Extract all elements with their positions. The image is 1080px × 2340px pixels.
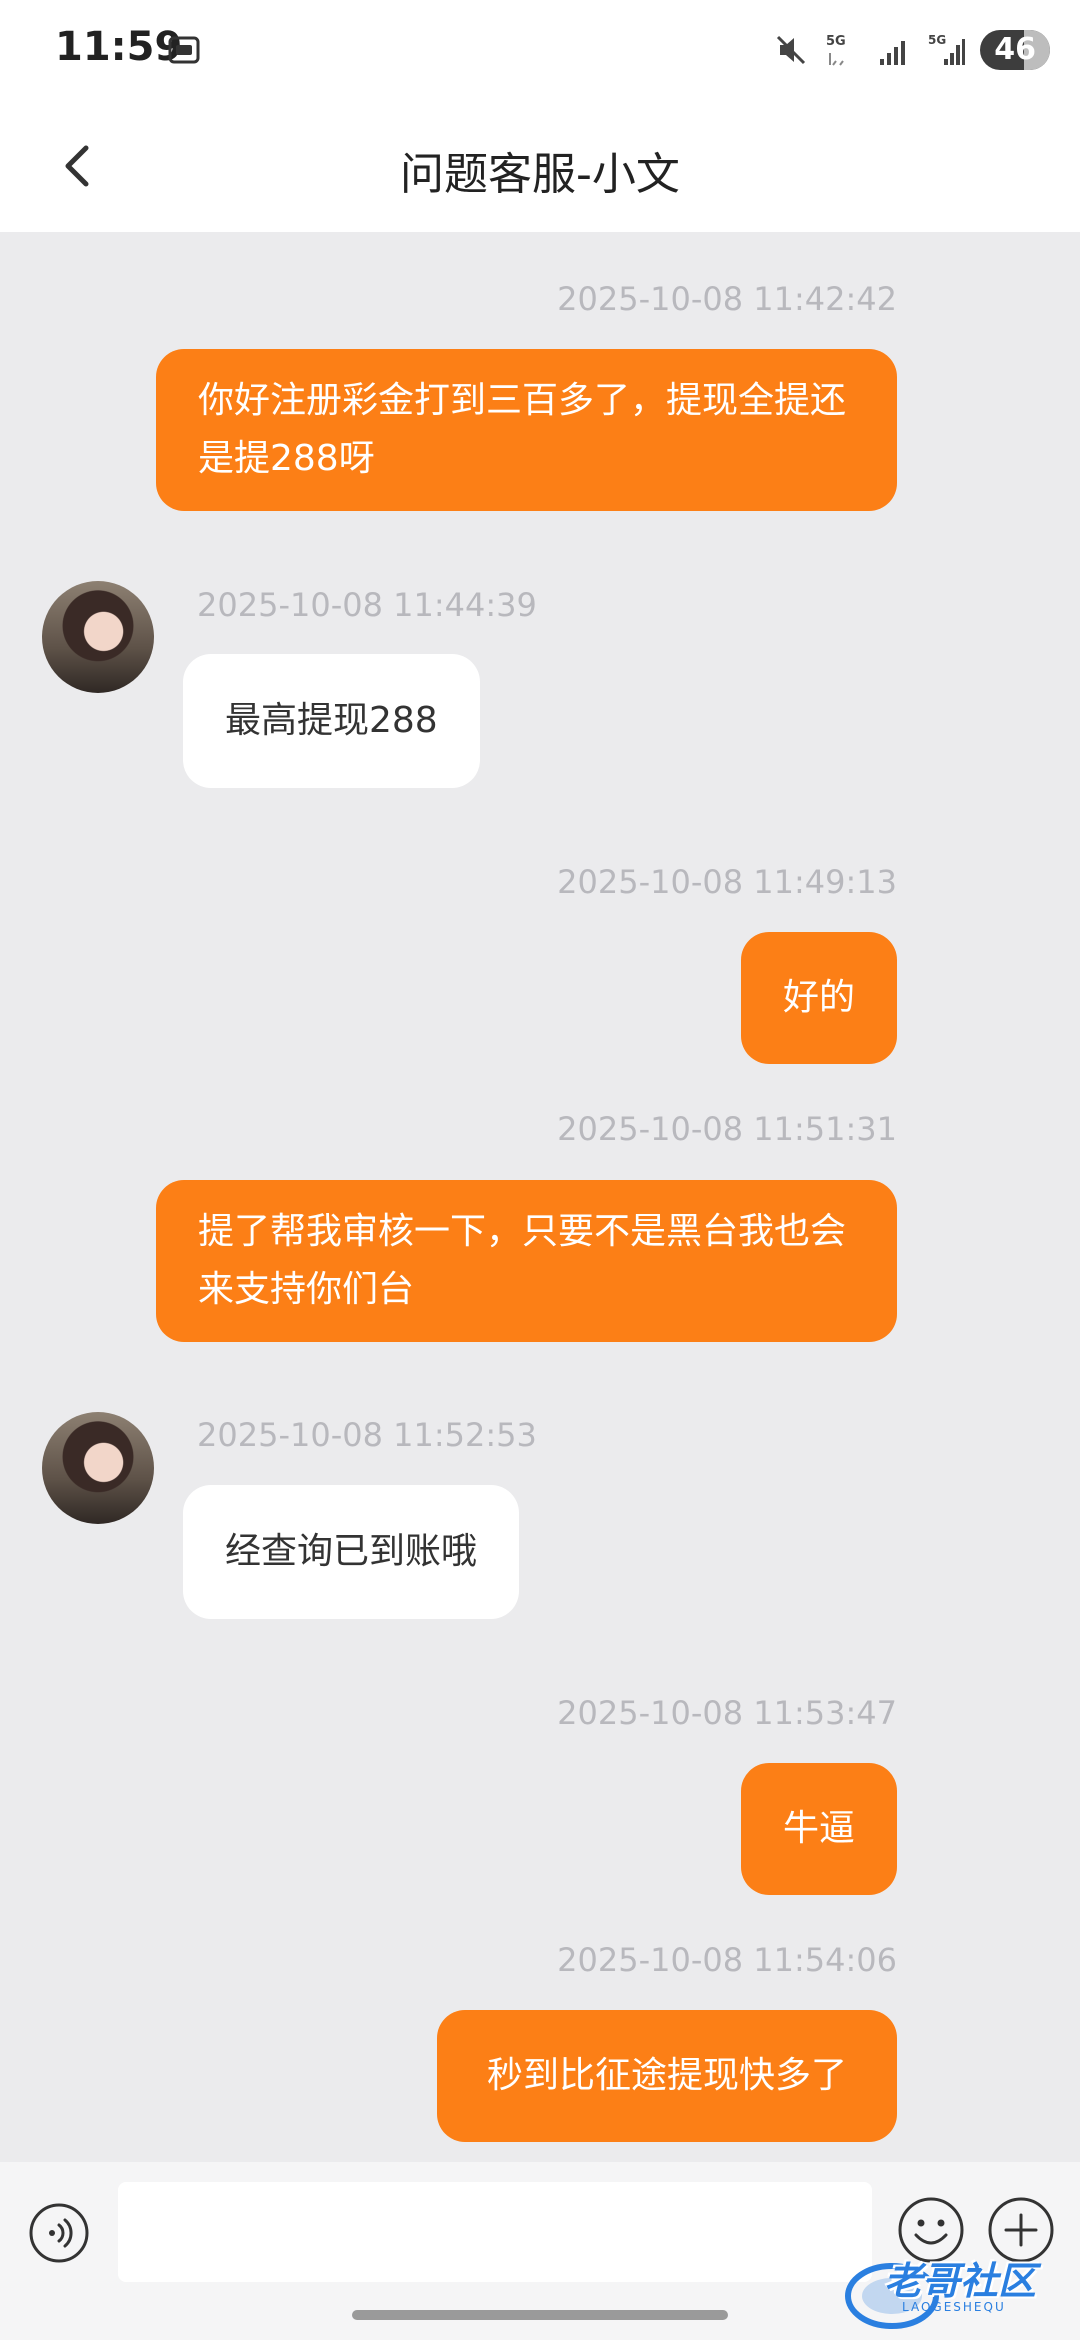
page-title: 问题客服-小文 [400, 149, 680, 200]
incoming-message-bubble[interactable]: 经查询已到账哦 [183, 1485, 520, 1619]
voice-input-icon[interactable] [28, 2202, 90, 2264]
message-timestamp: 2025-10-08 11:42:42 [557, 280, 897, 318]
watermark-logo: 老哥社区 LAOGESHEQU [842, 2248, 1066, 2332]
outgoing-message-bubble[interactable]: 提了帮我审核一下，只要不是黑台我也会来支持你们台 [156, 1180, 897, 1342]
home-indicator[interactable] [352, 2310, 728, 2320]
outgoing-message-bubble[interactable]: 你好注册彩金打到三百多了，提现全提还是提288呀 [156, 349, 897, 511]
agent-avatar[interactable] [42, 581, 154, 693]
incoming-message-bubble[interactable]: 最高提现288 [183, 654, 480, 788]
message-input[interactable] [118, 2182, 872, 2282]
mute-icon [777, 35, 806, 65]
message-timestamp: 2025-10-08 11:44:39 [197, 586, 537, 624]
agent-avatar[interactable] [42, 1412, 154, 1524]
outgoing-message-bubble[interactable]: 秒到比征途提现快多了 [436, 2010, 897, 2142]
message-timestamp: 2025-10-08 11:54:06 [557, 1941, 897, 1979]
status-time: 11:59 [55, 24, 183, 70]
signal-5g-strength-icon: 5G [928, 33, 966, 65]
message-timestamp: 2025-10-08 11:51:31 [557, 1110, 897, 1148]
svg-text:5G: 5G [826, 34, 846, 49]
outgoing-message-bubble[interactable]: 好的 [740, 932, 897, 1064]
header: 问题客服-小文 [0, 100, 1080, 232]
chat-message-list[interactable]: 2025-10-08 11:42:42 你好注册彩金打到三百多了，提现全提还是提… [0, 232, 1080, 2162]
status-icons: 5G 5G 46 [772, 28, 1050, 72]
signal-strength-icon [880, 41, 906, 65]
outgoing-message-bubble[interactable]: 牛逼 [740, 1763, 897, 1895]
message-timestamp: 2025-10-08 11:53:47 [557, 1694, 897, 1732]
screen-recorder-icon [168, 36, 200, 64]
svg-text:5G: 5G [928, 33, 946, 47]
signal-5g-icon: 5G [826, 34, 846, 66]
status-bar: 11:59 5G 5G 46 [0, 0, 1080, 100]
message-timestamp: 2025-10-08 11:49:13 [557, 863, 897, 901]
message-timestamp: 2025-10-08 11:52:53 [197, 1416, 537, 1454]
battery-indicator: 46 [980, 30, 1050, 70]
